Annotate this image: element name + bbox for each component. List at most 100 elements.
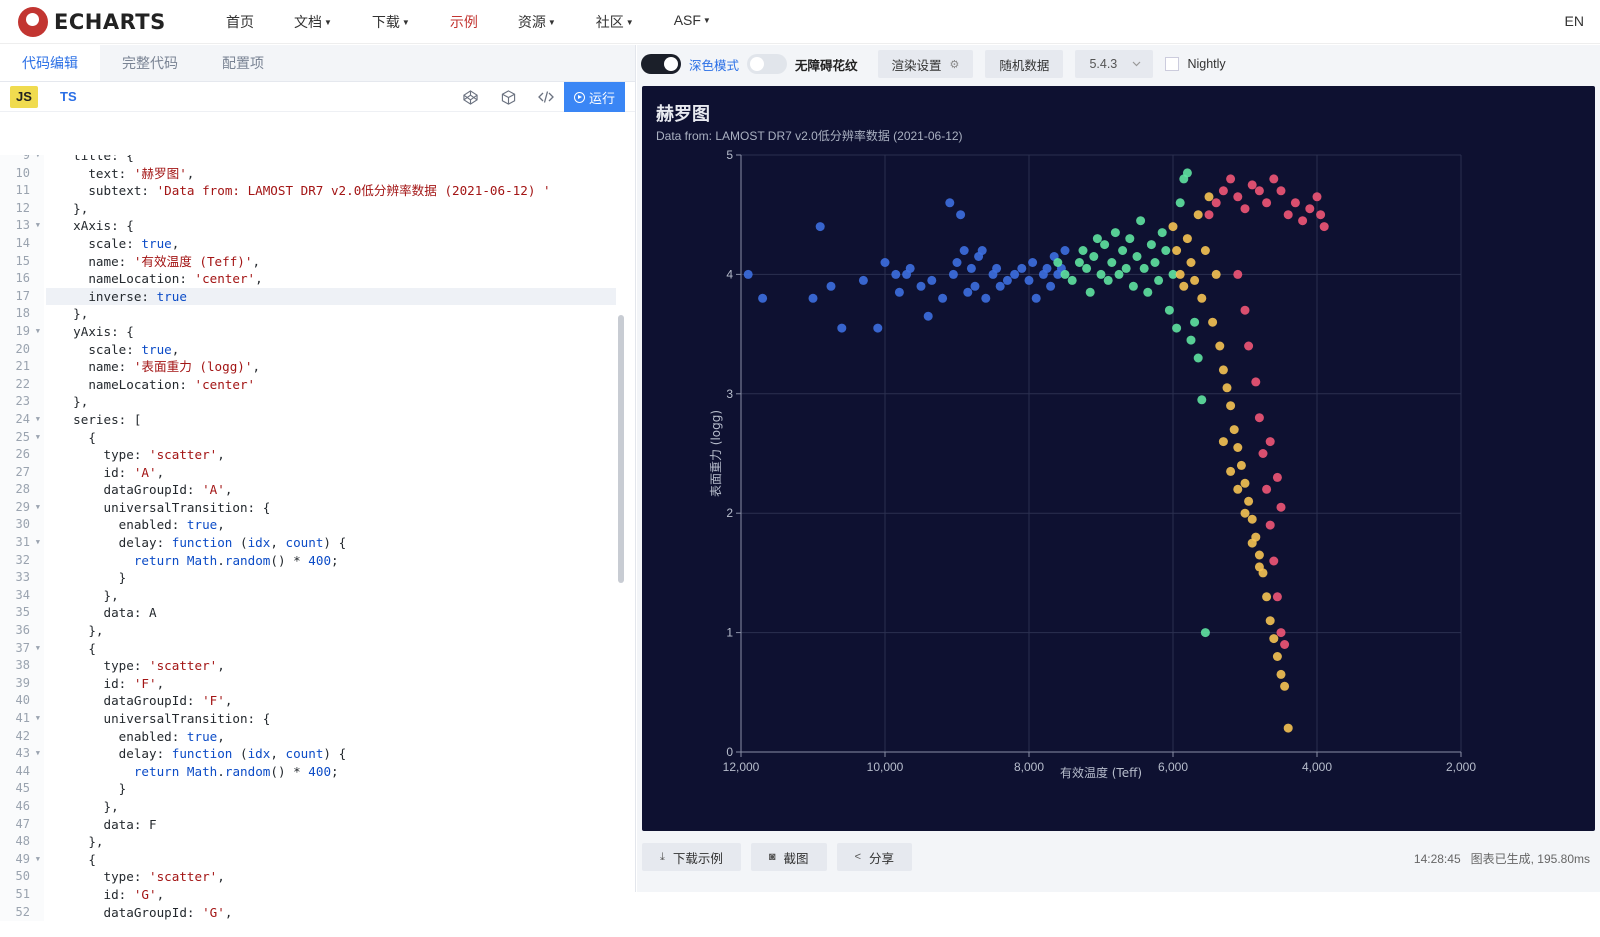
editor-scrollbar[interactable] (618, 315, 624, 583)
screenshot-button[interactable]: ◙ 截图 (750, 843, 827, 871)
code-line[interactable]: }, (46, 393, 616, 411)
nav-item-1[interactable]: 文档 ▼ (274, 12, 352, 32)
code-line[interactable]: enabled: true, (46, 728, 616, 746)
fold-icon[interactable]: ▼ (36, 155, 40, 165)
code-line[interactable]: delay: function (idx, count) { (46, 745, 616, 763)
fold-icon[interactable]: ▼ (36, 851, 40, 869)
echarts-logo[interactable]: ECHARTS (18, 6, 178, 37)
code-line[interactable]: data: F (46, 816, 616, 834)
code-line[interactable]: xAxis: { (46, 217, 616, 235)
data-point (1211, 269, 1221, 279)
line-number: 10 (0, 165, 44, 183)
code-line[interactable]: yAxis: { (46, 323, 616, 341)
scatter-plot[interactable]: 12,000 10,000 8,000 6,000 4,000 2,000 0 1 2 3 4 5 有效… (642, 86, 1595, 831)
decal-toggle[interactable] (747, 54, 788, 74)
line-number-text: 13 (15, 218, 30, 233)
lang-ts-button[interactable]: TS (60, 89, 77, 104)
code-line[interactable]: dataGroupId: 'A', (46, 481, 616, 499)
data-point (1175, 198, 1185, 208)
code-line[interactable]: nameLocation: 'center' (46, 376, 616, 394)
nightly-checkbox[interactable] (1165, 57, 1180, 71)
editor-tab-0[interactable]: 代码编辑 (0, 45, 100, 81)
dark-mode-toggle[interactable] (641, 54, 681, 74)
editor-tab-1[interactable]: 完整代码 (100, 45, 200, 81)
code-line[interactable]: return Math.random() * 400; (46, 763, 616, 781)
code-line[interactable]: name: '有效温度 (Teff)', (46, 253, 616, 271)
version-select[interactable]: 5.4.3 (1075, 50, 1154, 78)
run-button[interactable]: 运行 (564, 82, 625, 112)
code-line[interactable]: universalTransition: { (46, 499, 616, 517)
preview-toolbar: 深色模式 无障碍花纹 渲染设置 ⚙ 随机数据 5.4.3 Nightly (637, 45, 1600, 83)
code-line[interactable]: subtext: 'Data from: LAMOST DR7 v2.0低分辨率… (46, 182, 616, 200)
code-line[interactable]: }, (46, 798, 616, 816)
fold-icon[interactable]: ▼ (36, 217, 40, 235)
code-line[interactable]: text: '赫罗图', (46, 165, 616, 183)
fold-icon[interactable]: ▼ (36, 411, 40, 429)
fold-icon[interactable]: ▼ (36, 499, 40, 517)
data-point (1280, 640, 1290, 649)
data-point (1110, 228, 1120, 238)
code-line[interactable]: universalTransition: { (46, 710, 616, 728)
fold-icon[interactable]: ▼ (36, 429, 40, 447)
data-point (1132, 252, 1142, 261)
code-line[interactable]: id: 'F', (46, 675, 616, 693)
code-line[interactable]: id: 'A', (46, 464, 616, 482)
share-icon: < (854, 851, 861, 863)
codesandbox-icon[interactable] (493, 86, 523, 108)
code-line[interactable]: inverse: true (46, 287, 616, 306)
code-format-icon[interactable] (531, 86, 561, 108)
fold-icon[interactable]: ▼ (36, 534, 40, 552)
code-line[interactable]: name: '表面重力 (logg)', (46, 358, 616, 376)
render-settings-button[interactable]: 渲染设置 ⚙ (877, 50, 974, 78)
code-line[interactable]: type: 'scatter', (46, 868, 616, 886)
code-line[interactable]: { (46, 640, 616, 658)
nav-item-5[interactable]: 社区 ▼ (576, 12, 654, 32)
language-switch[interactable]: EN (1565, 13, 1584, 29)
code-line[interactable]: id: 'G', (46, 886, 616, 904)
download-example-button[interactable]: ⤓ 下载示例 (642, 843, 741, 871)
editor-tab-2[interactable]: 配置项 (200, 45, 286, 81)
fold-icon[interactable]: ▼ (36, 640, 40, 658)
nav-item-2[interactable]: 下载 ▼ (352, 12, 430, 32)
code-line[interactable]: scale: true, (46, 341, 616, 359)
chart-container[interactable]: 12,000 10,000 8,000 6,000 4,000 2,000 0 1 2 3 4 5 有效… (642, 86, 1595, 831)
code-line[interactable]: type: 'scatter', (46, 446, 616, 464)
fold-icon[interactable]: ▼ (36, 710, 40, 728)
code-line[interactable]: { (46, 851, 616, 869)
code-line[interactable]: }, (46, 622, 616, 640)
code-line[interactable]: series: [ (46, 411, 616, 429)
fold-icon[interactable]: ▼ (36, 745, 40, 763)
code-line[interactable]: }, (46, 587, 616, 605)
lang-js-button[interactable]: JS (10, 85, 38, 108)
data-point (1290, 198, 1300, 208)
code-line[interactable]: }, (46, 200, 616, 218)
line-number-text: 27 (15, 464, 30, 479)
code-line[interactable]: nameLocation: 'center', (46, 270, 616, 288)
code-line[interactable]: enabled: true, (46, 516, 616, 534)
nav-item-3[interactable]: 示例 (430, 12, 498, 32)
code-line[interactable]: }, (46, 305, 616, 323)
share-button[interactable]: < 分享 (836, 843, 913, 871)
code-line[interactable]: type: 'scatter', (46, 657, 616, 675)
nav-item-4[interactable]: 资源 ▼ (498, 12, 576, 32)
code-line[interactable]: data: A (46, 604, 616, 622)
code-editor[interactable]: 9 ▼ 10 11 12 13 ▼ 14 15 16 17 18 19 ▼ 20 21 22 23 24 ▼ 25 ▼ 26… (0, 155, 626, 937)
code-line[interactable]: delay: function (idx, count) { (46, 534, 616, 552)
code-line[interactable]: } (46, 780, 616, 798)
nav-item-0[interactable]: 首页 (206, 12, 274, 32)
data-point (1218, 186, 1228, 196)
code-line[interactable]: title: { (46, 155, 616, 165)
code-line[interactable]: }, (46, 833, 616, 851)
random-data-button[interactable]: 随机数据 (985, 50, 1064, 78)
code-line[interactable]: scale: true, (46, 235, 616, 253)
code-line[interactable]: dataGroupId: 'F', (46, 692, 616, 710)
code-line[interactable]: return Math.random() * 400; (46, 552, 616, 570)
code-lines[interactable]: title: { text: '赫罗图', subtext: 'Data fro… (46, 155, 616, 921)
codepen-icon[interactable] (455, 86, 485, 108)
fold-icon[interactable]: ▼ (36, 323, 40, 341)
nav-item-6[interactable]: ASF ▼ (654, 12, 731, 32)
code-line[interactable]: { (46, 429, 616, 447)
code-line[interactable]: dataGroupId: 'G', (46, 904, 616, 922)
data-point (1240, 305, 1250, 315)
code-line[interactable]: } (46, 569, 616, 587)
